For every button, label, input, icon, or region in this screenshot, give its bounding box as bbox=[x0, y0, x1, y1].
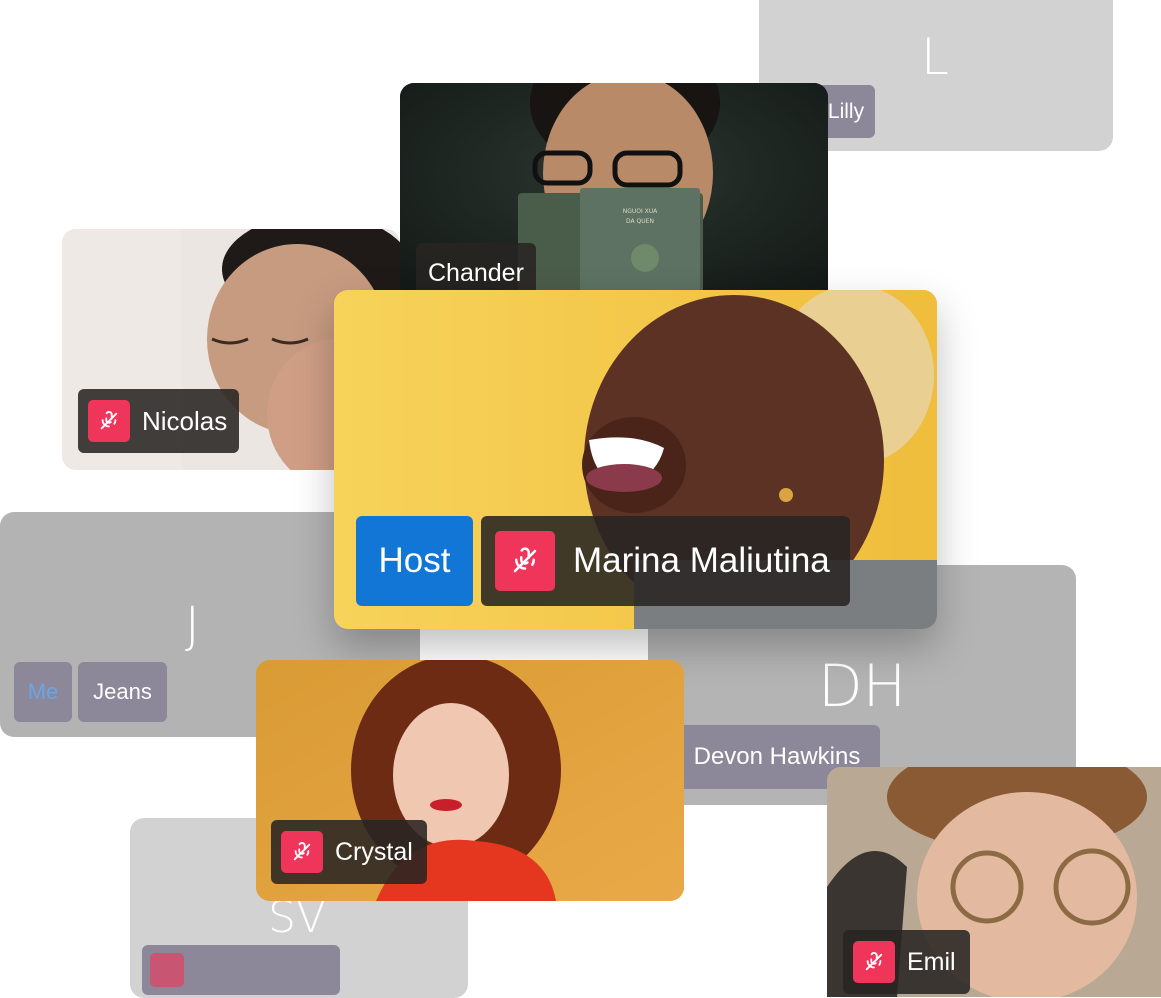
microphone-off-icon bbox=[495, 531, 555, 591]
svg-text:DA QUEN: DA QUEN bbox=[626, 218, 654, 225]
tile-marina[interactable]: Host Marina Maliutina bbox=[334, 290, 937, 629]
avatar-initials-devon: DH bbox=[818, 652, 907, 720]
name-label-sv bbox=[142, 945, 340, 995]
name-text-jeans: Jeans bbox=[93, 679, 152, 704]
name-text-emil: Emil bbox=[907, 947, 956, 976]
me-badge: Me bbox=[14, 662, 72, 722]
name-label-crystal: Crystal bbox=[271, 820, 427, 884]
me-text: Me bbox=[27, 679, 59, 704]
host-badge: Host bbox=[356, 516, 473, 606]
tile-crystal[interactable]: Crystal bbox=[256, 660, 684, 901]
avatar-initials-lilly: L bbox=[921, 28, 949, 86]
avatar-initials-sv: SV bbox=[268, 892, 327, 943]
tile-emil[interactable]: Emil bbox=[827, 767, 1161, 997]
name-label-marina: Marina Maliutina bbox=[481, 516, 850, 606]
host-text: Host bbox=[378, 541, 451, 580]
microphone-off-icon bbox=[150, 953, 184, 987]
avatar-initials-jeans: J bbox=[185, 596, 200, 654]
name-text-crystal: Crystal bbox=[335, 837, 413, 866]
name-text-chander: Chander bbox=[428, 258, 524, 287]
name-text-nicolas: Nicolas bbox=[142, 405, 228, 436]
name-label-emil: Emil bbox=[843, 930, 970, 994]
tile-chander[interactable]: NGUOI XUA DA QUEN Chander bbox=[400, 83, 828, 303]
name-text-lilly: Lilly bbox=[827, 99, 865, 123]
name-text-marina: Marina Maliutina bbox=[573, 541, 830, 580]
name-label-jeans: Jeans bbox=[78, 662, 167, 722]
svg-text:NGUOI XUA: NGUOI XUA bbox=[623, 208, 658, 215]
microphone-off-icon bbox=[88, 400, 130, 442]
microphone-off-icon bbox=[853, 941, 895, 983]
microphone-off-icon bbox=[281, 831, 323, 873]
name-label-nicolas: Nicolas bbox=[78, 389, 240, 453]
